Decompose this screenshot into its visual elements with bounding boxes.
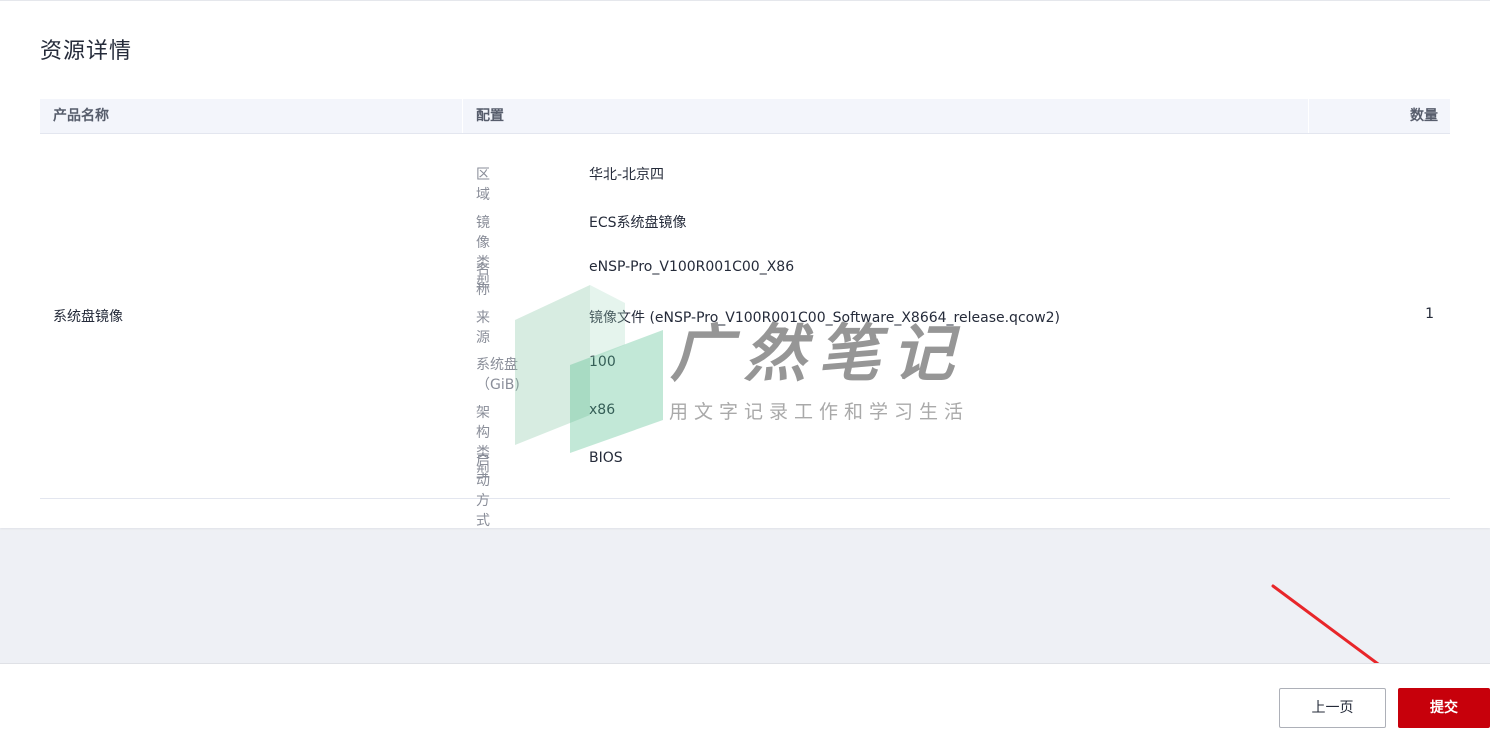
config-key: 启动方式 xyxy=(476,452,490,529)
resource-table: 产品名称 配置 数量 系统盘镜像 区域 华北-北京四 镜像类型 ECS系统盘镜像… xyxy=(40,99,1450,529)
config-value: 华北-北京四 xyxy=(589,167,665,183)
header-quantity: 数量 xyxy=(1410,108,1438,124)
config-key: 系统盘（GiB) xyxy=(476,357,520,394)
config-value: ECS系统盘镜像 xyxy=(589,214,687,231)
product-name-cell: 系统盘镜像 xyxy=(53,309,123,325)
config-value: BIOS xyxy=(589,449,623,466)
header-divider xyxy=(462,99,463,133)
config-key: 来源 xyxy=(476,309,490,346)
table-header: 产品名称 配置 数量 xyxy=(40,99,1450,134)
header-divider xyxy=(1308,99,1309,133)
resource-details-card: 资源详情 产品名称 配置 数量 系统盘镜像 区域 华北-北京四 镜像类型 ECS… xyxy=(0,0,1490,529)
config-value: x86 xyxy=(589,401,616,418)
quantity-cell: 1 xyxy=(1425,306,1434,322)
config-value: 100 xyxy=(589,354,616,371)
config-key: 名称 xyxy=(476,262,490,299)
config-value: eNSP-Pro_V100R001C00_X86 xyxy=(589,259,795,276)
table-row: 系统盘镜像 区域 华北-北京四 镜像类型 ECS系统盘镜像 名称 eNSP-Pr… xyxy=(40,134,1450,529)
config-value: 镜像文件 (eNSP-Pro_V100R001C00_Software_X866… xyxy=(589,309,1061,326)
config-key: 区域 xyxy=(476,167,490,203)
header-product-name: 产品名称 xyxy=(53,108,109,124)
header-config: 配置 xyxy=(476,108,504,124)
submit-button[interactable]: 提交 xyxy=(1398,688,1490,728)
previous-page-button[interactable]: 上一页 xyxy=(1279,688,1386,728)
page-title: 资源详情 xyxy=(40,39,133,64)
footer-bar: 上一页 提交 xyxy=(0,663,1490,736)
